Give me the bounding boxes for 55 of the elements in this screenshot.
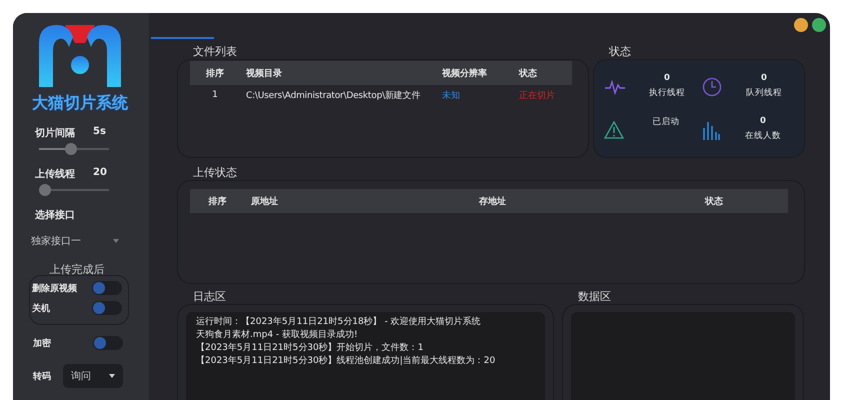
table-cell-text: 1 bbox=[211, 90, 219, 100]
pulse-icon bbox=[604, 79, 626, 96]
slider[interactable] bbox=[39, 143, 109, 155]
transcode-dropdown[interactable]: 询问 bbox=[63, 364, 123, 388]
column-header: 排序 bbox=[208, 195, 228, 208]
table-cell-text: 未知 bbox=[441, 90, 461, 102]
setting-label: 切片间隔 bbox=[35, 126, 75, 140]
warning-icon bbox=[604, 120, 624, 139]
bar-chart-icon bbox=[702, 120, 720, 140]
setting-label: 转码 bbox=[33, 370, 51, 382]
toggle-switch[interactable] bbox=[92, 301, 122, 315]
section-title: 文件列表 bbox=[193, 45, 238, 59]
tab-indicator bbox=[151, 37, 214, 39]
stat-label: 已启动 bbox=[652, 116, 680, 128]
column-header: 状态 bbox=[704, 195, 724, 208]
toggle-switch[interactable] bbox=[93, 336, 123, 350]
caret-icon bbox=[109, 374, 115, 378]
stat-value: 0 bbox=[761, 73, 767, 84]
clock-icon bbox=[702, 77, 722, 98]
log-line: 天狗食月素材.mp4 - 获取视频目录成功! bbox=[196, 329, 359, 342]
toggle-switch[interactable] bbox=[92, 281, 122, 295]
caret-icon bbox=[113, 239, 119, 243]
setting-label: 上传线程 bbox=[35, 168, 75, 181]
toggle-label: 关机 bbox=[32, 302, 50, 314]
maximize-button[interactable] bbox=[812, 18, 826, 32]
stat-value: 0 bbox=[760, 116, 766, 126]
log-line: 运行时间：【2023年5月11日21时5分18秒】 - 欢迎使用大猫切片系统 bbox=[196, 316, 482, 329]
section-title: 上传状态 bbox=[193, 166, 238, 180]
column-header: 存地址 bbox=[478, 195, 507, 208]
stat-value: 0 bbox=[664, 73, 670, 84]
setting-label: 选择接口 bbox=[35, 208, 75, 222]
log-line: 【2023年5月11日21时5分30秒】开始切片，文件数：1 bbox=[196, 342, 424, 355]
minimize-button[interactable] bbox=[794, 18, 808, 32]
app-title: 大猫切片系统 bbox=[32, 93, 128, 114]
column-header: 状态 bbox=[518, 67, 538, 80]
table-cell-text: C:\Users\Administrator\Desktop\新建文件 bbox=[245, 90, 422, 102]
log-line: 【2023年5月11日21时5分30秒】线程池创建成功|当前最大线程数为：20 bbox=[196, 355, 496, 368]
interface-dropdown[interactable]: 独家接口一 bbox=[31, 234, 119, 248]
column-header: 排序 bbox=[205, 67, 225, 80]
group-title: 上传完成后 bbox=[48, 262, 106, 277]
table-cell-text: 正在切片 bbox=[518, 90, 556, 102]
column-header: 原地址 bbox=[250, 195, 279, 208]
setting-value: 20 bbox=[93, 167, 107, 180]
toggle-label: 删除原视频 bbox=[32, 282, 77, 294]
column-header: 视频分辨率 bbox=[440, 67, 488, 80]
stat-label: 队列线程 bbox=[746, 87, 782, 100]
section-title: 数据区 bbox=[578, 290, 612, 304]
column-header: 视频目录 bbox=[244, 67, 283, 80]
stat-label: 执行线程 bbox=[649, 87, 685, 100]
slider[interactable] bbox=[39, 184, 109, 196]
setting-value: 5s bbox=[93, 126, 106, 139]
stat-label: 在线人数 bbox=[745, 130, 781, 142]
section-title: 日志区 bbox=[193, 290, 227, 304]
section-title: 状态 bbox=[609, 45, 632, 59]
toggle-label: 加密 bbox=[33, 337, 51, 350]
